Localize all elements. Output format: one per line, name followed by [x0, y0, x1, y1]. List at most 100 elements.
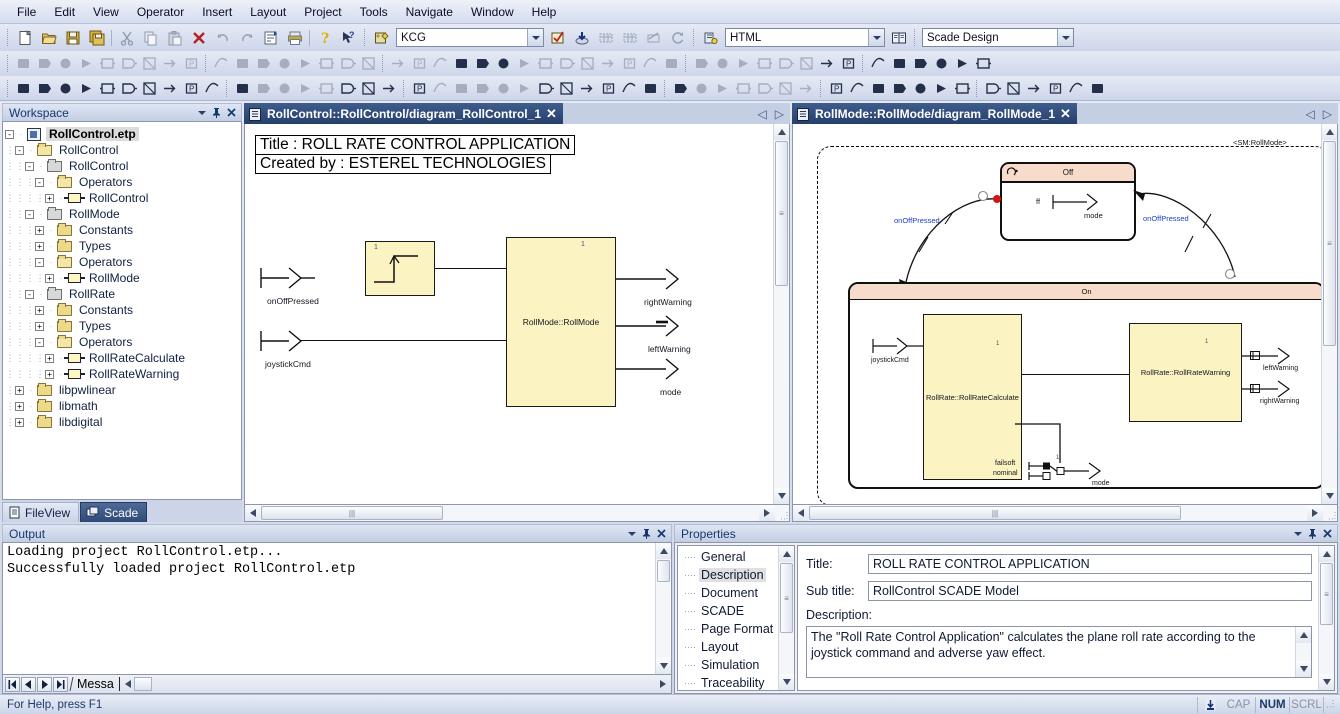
- palette-b-ext-24-icon[interactable]: P: [1046, 79, 1065, 98]
- close-icon[interactable]: ✕: [546, 106, 557, 122]
- vscroll-thumb[interactable]: ≡: [1323, 141, 1336, 346]
- refresh-icon[interactable]: [667, 27, 689, 48]
- palette-b-ext-23-icon[interactable]: [1025, 79, 1044, 98]
- scroll-right-icon[interactable]: [657, 677, 669, 692]
- cut-icon[interactable]: [116, 27, 138, 48]
- workspace-tree[interactable]: - · RollControl.etp ⋮ - · RollControl ⋮ ⋮ - · RollC…: [2, 121, 242, 500]
- chevron-down-icon[interactable]: [1057, 29, 1073, 46]
- palette-b-ext-2-icon[interactable]: [557, 79, 576, 98]
- palette-b-2-icon[interactable]: [35, 79, 54, 98]
- tree-toggle-icon[interactable]: +: [35, 241, 44, 251]
- toolbar-gripper-6[interactable]: [7, 79, 10, 97]
- menu-tools[interactable]: Tools: [351, 2, 397, 22]
- scroll-down-icon[interactable]: [779, 674, 794, 690]
- output-port-rightwarning[interactable]: [616, 267, 692, 296]
- hscroll-thumb[interactable]: |||: [261, 506, 443, 520]
- tree-toggle-icon[interactable]: +: [45, 353, 54, 363]
- output-vscrollbar[interactable]: [655, 543, 671, 674]
- properties-category-traceability[interactable]: ···· Traceability: [680, 674, 778, 690]
- chevron-down-icon[interactable]: [624, 527, 639, 541]
- help-icon[interactable]: ?: [314, 27, 336, 48]
- tree-toggle-icon[interactable]: -: [35, 337, 44, 347]
- tree-item-rollcontrol[interactable]: ⋮ ⋮ - · RollControl: [5, 158, 241, 174]
- palette-b-ext-14-icon[interactable]: P: [827, 79, 846, 98]
- close-icon[interactable]: [1320, 527, 1335, 541]
- output-port-mode[interactable]: [616, 357, 692, 386]
- palette-b-9-icon[interactable]: P: [182, 79, 201, 98]
- palette-b-ext-17-icon[interactable]: [890, 79, 909, 98]
- chevron-down-icon[interactable]: [527, 29, 543, 46]
- tree-toggle-icon[interactable]: +: [45, 193, 54, 203]
- tab-scroll-right-icon[interactable]: ▷: [1323, 107, 1332, 121]
- new-document-icon[interactable]: [14, 27, 36, 48]
- last-icon[interactable]: [53, 676, 68, 692]
- tree-toggle-icon[interactable]: +: [45, 369, 54, 379]
- table-insert-icon[interactable]: [595, 27, 617, 48]
- properties-category-general[interactable]: ···· General: [680, 548, 778, 566]
- scroll-down-icon[interactable]: [774, 488, 789, 504]
- vscroll-thumb[interactable]: [657, 560, 670, 582]
- palette-b-16-icon[interactable]: [338, 79, 357, 98]
- palette-b-ext-22-icon[interactable]: [1004, 79, 1023, 98]
- palette-b-7-icon[interactable]: [140, 79, 159, 98]
- properties-form-vscrollbar[interactable]: ≡: [1318, 546, 1334, 690]
- hscroll-thumb[interactable]: |||: [809, 506, 1181, 520]
- palette-b-ext-19-icon[interactable]: [932, 79, 951, 98]
- properties-category-scade[interactable]: ···· SCADE: [680, 602, 778, 620]
- tree-item-rollcontrol[interactable]: ⋮ ⋮ ⋮ ⋮ + · RollControl: [5, 190, 241, 206]
- palette-b-17-icon[interactable]: [359, 79, 378, 98]
- code-generator-combo[interactable]: KCG: [396, 28, 544, 47]
- properties-icon[interactable]: [260, 27, 282, 48]
- undo-icon[interactable]: [212, 27, 234, 48]
- menu-edit[interactable]: Edit: [45, 2, 84, 22]
- properties-category-tree[interactable]: ···· General ···· Description ···· Document ··…: [677, 545, 795, 691]
- scroll-down-icon[interactable]: [656, 658, 671, 674]
- properties-category-document[interactable]: ···· Document: [680, 584, 778, 602]
- tree-item-libpwlinear[interactable]: ⋮ + · libpwlinear: [5, 382, 241, 398]
- tree-toggle-icon[interactable]: +: [35, 305, 44, 315]
- input-port-onoffpressed[interactable]: [259, 266, 319, 295]
- palette-b-ext-7-icon[interactable]: [671, 79, 690, 98]
- redo-icon[interactable]: [236, 27, 258, 48]
- editor-right-vscrollbar[interactable]: ≡: [1321, 124, 1337, 504]
- pin-icon[interactable]: [639, 527, 654, 541]
- copy-icon[interactable]: [140, 27, 162, 48]
- tree-toggle-icon[interactable]: +: [35, 225, 44, 235]
- palette-b-ext-4-icon[interactable]: P: [599, 79, 618, 98]
- tree-item-types[interactable]: ⋮ ⋮ ⋮ + · Types: [5, 238, 241, 254]
- tree-item-libdigital[interactable]: ⋮ + · libdigital: [5, 414, 241, 430]
- subtitle-field[interactable]: RollControl SCADE Model: [868, 581, 1312, 601]
- resize-grip[interactable]: [1323, 505, 1337, 521]
- window-resize-grip[interactable]: [1324, 698, 1338, 711]
- scroll-right-icon[interactable]: [1307, 505, 1323, 521]
- prev-icon[interactable]: [21, 676, 36, 692]
- palette-a-ext-17-icon[interactable]: [869, 54, 888, 73]
- palette-a-23-icon[interactable]: [494, 54, 513, 73]
- documentation-icon[interactable]: [888, 27, 910, 48]
- save-icon[interactable]: [62, 27, 84, 48]
- palette-b-6-icon[interactable]: [119, 79, 138, 98]
- tree-toggle-icon[interactable]: -: [35, 257, 44, 267]
- output-hscroll-thumb[interactable]: [134, 677, 153, 691]
- tree-item-rollcontrol-etp[interactable]: - · RollControl.etp: [5, 126, 241, 142]
- palette-b-10-icon[interactable]: [203, 79, 222, 98]
- palette-b-19-icon[interactable]: P: [410, 79, 429, 98]
- tree-item-operators[interactable]: ⋮ ⋮ ⋮ - · Operators: [5, 174, 241, 190]
- hscroll-track[interactable]: [443, 505, 759, 521]
- resize-grip[interactable]: [775, 505, 789, 521]
- table-export-icon[interactable]: [643, 27, 665, 48]
- chevron-down-icon[interactable]: [868, 29, 884, 46]
- editor-right-hscrollbar[interactable]: |||: [792, 505, 1338, 522]
- tree-item-constants[interactable]: ⋮ ⋮ ⋮ + · Constants: [5, 222, 241, 238]
- workspace-tab-fileview[interactable]: FileView: [2, 502, 80, 522]
- palette-b-ext-5-icon[interactable]: [620, 79, 639, 98]
- tree-toggle-icon[interactable]: -: [5, 129, 14, 139]
- toolbar-gripper-2[interactable]: [364, 29, 367, 46]
- tree-toggle-icon[interactable]: -: [35, 177, 44, 187]
- tab-scroll-right-icon[interactable]: ▷: [775, 107, 784, 121]
- palette-b-8-icon[interactable]: [161, 79, 180, 98]
- palette-b-5-icon[interactable]: [98, 79, 117, 98]
- palette-b-ext-3-icon[interactable]: [578, 79, 597, 98]
- context-help-icon[interactable]: ?: [338, 27, 360, 48]
- menu-window[interactable]: Window: [462, 2, 523, 22]
